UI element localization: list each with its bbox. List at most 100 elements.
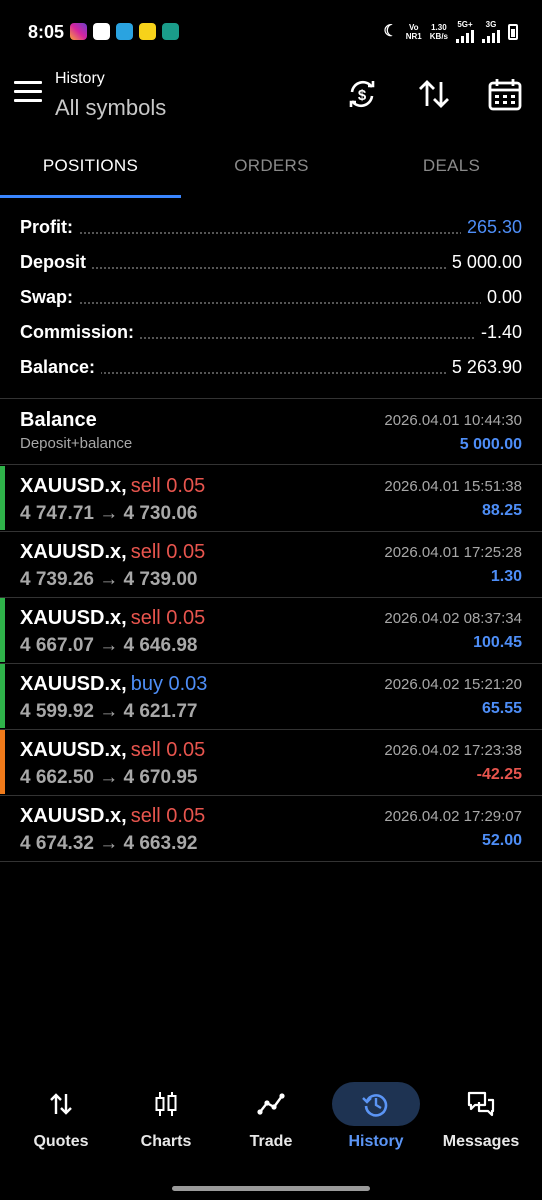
signal-3g: 3G [482, 20, 500, 43]
operation-title: Balance [20, 409, 97, 431]
position-profit: -42.25 [476, 766, 522, 783]
position-side: sell 0.05 [130, 805, 206, 827]
history-clock-icon [362, 1094, 388, 1117]
position-prices: 4 662.50 → 4 670.95 [20, 767, 198, 788]
position-symbol: XAUUSD.x, [20, 805, 127, 827]
position-time: 2026.04.02 15:21:20 [384, 676, 522, 693]
summary-value: 5 263.90 [445, 357, 522, 378]
position-row[interactable]: XAUUSD.x, sell 0.05 4 662.50 → 4 670.95 2… [0, 729, 542, 794]
charts-candles-icon [155, 1092, 177, 1116]
position-side: sell 0.05 [130, 739, 206, 761]
app-icon [162, 23, 179, 40]
position-time: 2026.04.01 17:25:28 [384, 544, 522, 561]
nav-history[interactable]: History [322, 1075, 430, 1155]
position-profit: 52.00 [481, 832, 522, 849]
battery-icon [508, 23, 518, 40]
position-prices: 4 674.32 → 4 663.92 [20, 833, 198, 854]
position-row[interactable]: XAUUSD.x, sell 0.05 4 667.07 → 4 646.98 2… [0, 597, 542, 662]
position-title: XAUUSD.x, sell 0.05 [20, 541, 205, 564]
bottom-navigation: Quotes Charts Trade History Messages [0, 1075, 542, 1165]
position-row[interactable]: XAUUSD.x, buy 0.03 4 599.92 → 4 621.77 20… [0, 663, 542, 728]
menu-icon[interactable] [14, 81, 42, 105]
currency-exchange-icon[interactable]: $ [344, 76, 380, 112]
network-label: Vo NR1 [405, 22, 422, 41]
nav-label: History [348, 1133, 404, 1150]
page-title: History [55, 70, 105, 87]
position-title: XAUUSD.x, sell 0.05 [20, 739, 205, 762]
position-row[interactable]: XAUUSD.x, sell 0.05 4 674.32 → 4 663.92 2… [0, 795, 542, 860]
net-speed: 1.30 KB/s [429, 22, 448, 41]
dotted-leader [20, 232, 522, 234]
nav-trade[interactable]: Trade [217, 1075, 325, 1155]
position-title: XAUUSD.x, sell 0.05 [20, 475, 205, 498]
chat-app-icon [93, 23, 110, 40]
sort-icon[interactable] [416, 76, 452, 112]
position-symbol: XAUUSD.x, [20, 607, 127, 629]
position-side: sell 0.05 [130, 475, 206, 497]
signal-5g: 5G+ [456, 20, 474, 43]
position-symbol: XAUUSD.x, [20, 739, 127, 761]
summary-swap: Swap: 0.00 [0, 280, 542, 315]
quotes-arrows-icon [50, 1093, 72, 1115]
tab-orders[interactable]: ORDERS [181, 138, 362, 198]
nav-quotes[interactable]: Quotes [7, 1075, 115, 1155]
instagram-icon [70, 23, 87, 40]
position-time: 2026.04.01 15:51:38 [384, 478, 522, 495]
signal-bars-icon [456, 29, 474, 43]
status-bar: 8:05 ☾ Vo NR1 1.30 KB/s 5G+ 3G [0, 0, 542, 62]
dotted-leader [20, 302, 522, 304]
tab-bar: POSITIONS ORDERS DEALS [0, 138, 542, 198]
summary-label: Balance: [20, 357, 102, 378]
position-marker [0, 730, 5, 794]
tab-positions[interactable]: POSITIONS [0, 138, 181, 198]
position-row[interactable]: XAUUSD.x, sell 0.05 4 739.26 → 4 739.00 2… [0, 531, 542, 596]
summary-value: 265.30 [460, 217, 522, 238]
nav-label: Quotes [33, 1133, 89, 1150]
telegram-icon [116, 23, 133, 40]
operation-time: 2026.04.01 10:44:30 [384, 412, 522, 429]
position-symbol: XAUUSD.x, [20, 475, 127, 497]
trade-line-icon [257, 1093, 285, 1115]
nav-messages[interactable]: Messages [427, 1075, 535, 1155]
position-title: XAUUSD.x, sell 0.05 [20, 805, 205, 828]
balance-operation-row[interactable]: Balance Deposit+balance 2026.04.01 10:44… [0, 399, 542, 464]
symbol-filter[interactable]: All symbols [55, 95, 166, 121]
position-marker [0, 532, 5, 596]
position-marker [0, 796, 5, 860]
calendar-icon[interactable] [487, 76, 523, 112]
nav-label: Messages [442, 1133, 520, 1150]
summary-label: Profit: [20, 217, 79, 238]
tab-deals[interactable]: DEALS [361, 138, 542, 198]
nav-charts[interactable]: Charts [112, 1075, 220, 1155]
summary-value: -1.40 [474, 322, 522, 343]
home-indicator[interactable] [172, 1186, 370, 1191]
summary-deposit: Deposit 5 000.00 [0, 245, 542, 280]
notification-icons [70, 23, 179, 40]
summary-label: Deposit [20, 252, 93, 273]
messages-bubbles-icon [467, 1091, 495, 1117]
position-profit: 100.45 [473, 634, 522, 651]
top-app-bar: History All symbols $ [0, 62, 542, 134]
position-row[interactable]: XAUUSD.x, sell 0.05 4 747.71 → 4 730.06 2… [0, 465, 542, 530]
position-side: buy 0.03 [130, 673, 208, 695]
moon-icon: ☾ [383, 23, 398, 40]
position-side: sell 0.05 [130, 607, 206, 629]
position-marker [0, 664, 5, 728]
summary-commission: Commission: -1.40 [0, 315, 542, 350]
position-marker [0, 466, 5, 530]
position-profit: 65.55 [481, 700, 522, 717]
signal-bars-icon [482, 29, 500, 43]
active-tab-indicator [0, 195, 181, 198]
operation-amount: 5 000.00 [459, 436, 522, 453]
summary-label: Commission: [20, 322, 141, 343]
position-title: XAUUSD.x, buy 0.03 [20, 673, 207, 696]
summary-value: 5 000.00 [445, 252, 522, 273]
svg-text:$: $ [358, 87, 367, 104]
operation-comment: Deposit+balance [20, 435, 133, 452]
position-marker [0, 598, 5, 662]
position-side: sell 0.05 [130, 541, 206, 563]
position-prices: 4 747.71 → 4 730.06 [20, 503, 198, 524]
summary-label: Swap: [20, 287, 80, 308]
position-time: 2026.04.02 17:23:38 [384, 742, 522, 759]
position-title: XAUUSD.x, sell 0.05 [20, 607, 205, 630]
